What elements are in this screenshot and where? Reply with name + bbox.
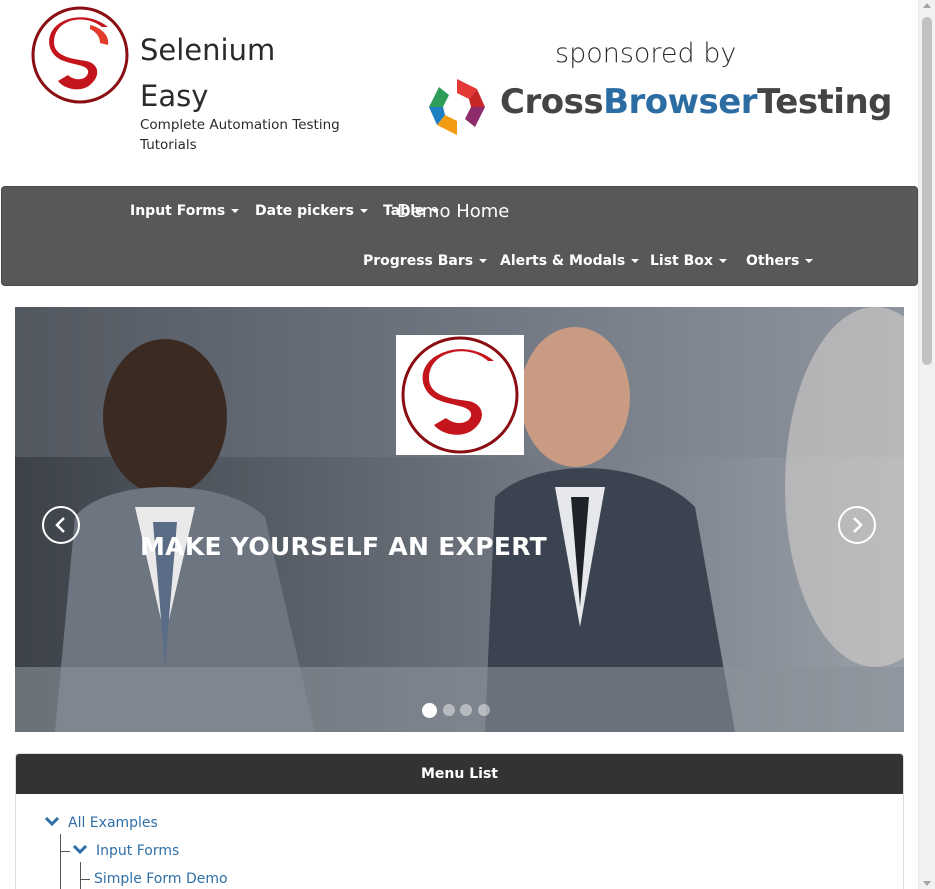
slide-caption: MAKE YOURSELF AN EXPERT — [140, 532, 547, 561]
scroll-thumb[interactable] — [922, 17, 932, 365]
tree-item-simple-form-demo[interactable]: Simple Form Demo — [94, 871, 228, 887]
chevron-left-icon — [55, 517, 65, 533]
carousel-indicators — [422, 701, 495, 720]
menu-list-panel: Menu List All Examples Input Forms Simpl… — [15, 753, 904, 889]
nav-list-box[interactable]: List Box — [650, 253, 727, 269]
nav-alerts-modals[interactable]: Alerts & Modals — [500, 253, 640, 269]
sponsored-by-text: sponsored by — [555, 38, 737, 69]
scroll-up-arrow-icon[interactable] — [923, 3, 931, 8]
sponsor-part-2: Browser — [603, 82, 758, 122]
nav-date-pickers[interactable]: Date pickers — [255, 203, 368, 219]
nav-demo-home[interactable]: Demo Home — [397, 201, 509, 222]
caret-down-icon — [718, 259, 727, 263]
tagline-line-2: Tutorials — [140, 137, 197, 153]
nav-label: List Box — [650, 253, 713, 269]
nav-label: Progress Bars — [363, 253, 474, 269]
caret-down-icon — [805, 259, 814, 263]
carousel-indicator[interactable] — [422, 703, 437, 718]
caret-down-icon — [359, 209, 368, 213]
scroll-down-arrow-icon[interactable] — [923, 881, 931, 886]
page-scrollbar[interactable] — [918, 0, 935, 889]
sponsor-part-3: Testing — [757, 82, 893, 122]
crossbrowsertesting-wordmark[interactable]: CrossBrowserTesting — [500, 82, 893, 122]
chevron-right-icon — [853, 517, 863, 533]
brand-title: Selenium Easy — [140, 27, 340, 119]
carousel-indicator[interactable] — [442, 704, 455, 716]
tree-item-input-forms[interactable]: Input Forms — [96, 843, 179, 859]
tree-connector — [60, 851, 70, 852]
nav-progress-bars[interactable]: Progress Bars — [363, 253, 488, 269]
nav-label: Alerts & Modals — [500, 253, 626, 269]
tree-connector — [80, 879, 90, 880]
caret-down-icon — [479, 259, 488, 263]
sponsor-part-1: Cross — [500, 82, 604, 122]
main-navbar: Input Forms Date pickers Table Demo Home… — [1, 186, 918, 286]
nav-label: Input Forms — [130, 203, 226, 219]
brand-tagline: Complete Automation Testing Tutorials — [140, 115, 370, 155]
brand-line-2: Easy — [140, 79, 209, 113]
tree-item-all-examples[interactable]: All Examples — [68, 815, 158, 831]
carousel-prev-button[interactable] — [42, 506, 80, 544]
carousel-indicator[interactable] — [477, 704, 490, 716]
chevron-down-icon[interactable] — [73, 845, 87, 855]
nav-others[interactable]: Others — [746, 253, 814, 269]
tree-connector — [80, 862, 81, 889]
chevron-down-icon[interactable] — [45, 817, 59, 827]
carousel-indicator[interactable] — [460, 704, 472, 716]
slide-logo-image — [396, 335, 524, 455]
brand-line-1: Selenium — [140, 33, 276, 67]
carousel-next-button[interactable] — [838, 506, 876, 544]
crossbrowsertesting-logo-icon[interactable] — [425, 75, 489, 139]
nav-label: Date pickers — [255, 203, 354, 219]
panel-title: Menu List — [16, 754, 903, 794]
caret-down-icon — [231, 209, 240, 213]
selenium-easy-logo — [31, 6, 129, 104]
nav-input-forms[interactable]: Input Forms — [130, 203, 240, 219]
nav-label: Others — [746, 253, 800, 269]
caret-down-icon — [631, 259, 640, 263]
hero-carousel: MAKE YOURSELF AN EXPERT — [15, 307, 904, 732]
tagline-line-1: Complete Automation Testing — [140, 117, 340, 133]
tree-connector — [60, 834, 61, 889]
